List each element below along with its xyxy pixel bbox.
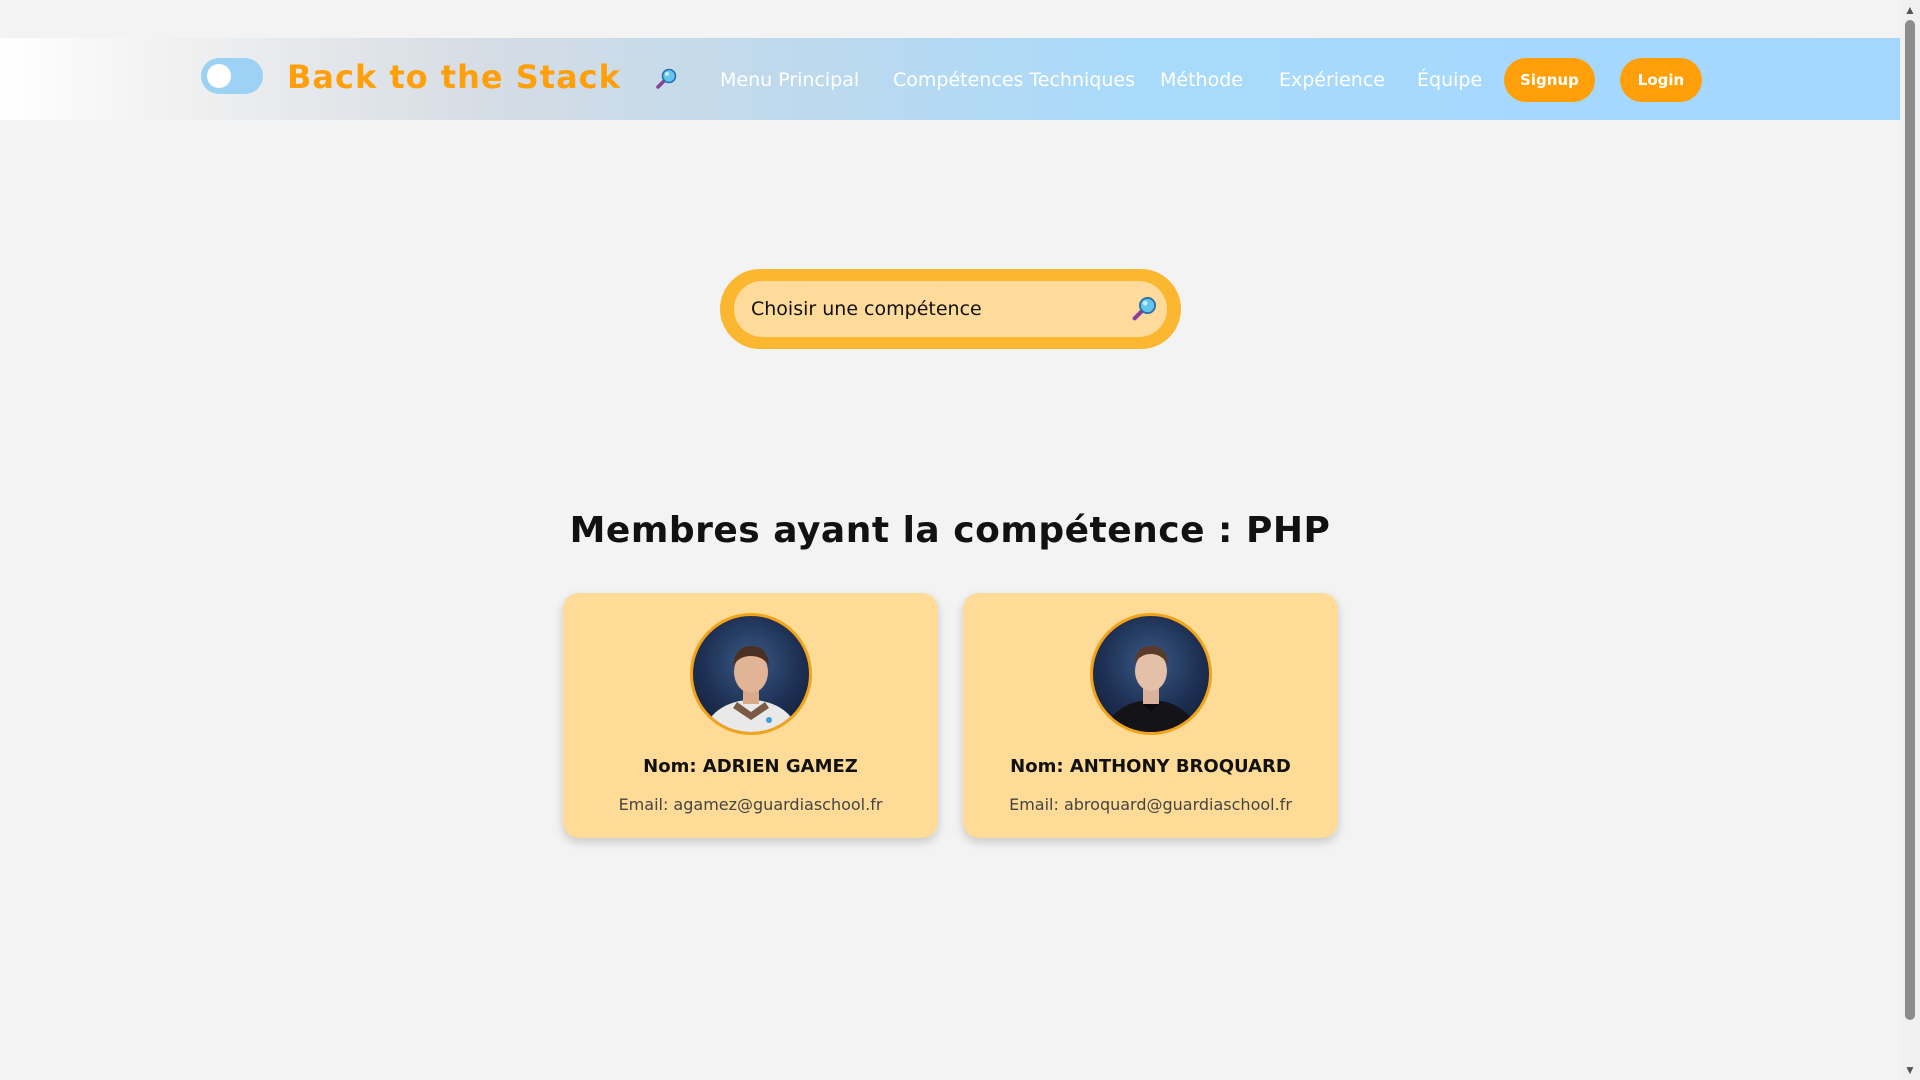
nav-equipe[interactable]: Équipe (1417, 67, 1482, 93)
member-email: Email: abroquard@guardiaschool.fr (1009, 795, 1292, 814)
theme-toggle[interactable] (201, 58, 263, 94)
section-title: Membres ayant la compétence : PHP (569, 510, 1331, 551)
nav-experience[interactable]: Expérience (1279, 67, 1385, 93)
avatar (1090, 613, 1212, 735)
search-icon[interactable] (654, 67, 678, 91)
nav-competences-techniques[interactable]: Compétences Techniques (893, 67, 1135, 93)
member-email: Email: agamez@guardiaschool.fr (618, 795, 883, 814)
skill-search (720, 269, 1181, 349)
arrow-up-icon[interactable]: ▲ (1900, 0, 1920, 20)
avatar (690, 613, 812, 735)
member-card: Nom: ADRIEN GAMEZ Email: agamez@guardias… (563, 593, 938, 838)
nav-menu-principal[interactable]: Menu Principal (720, 67, 859, 93)
signup-button[interactable]: Signup (1504, 58, 1595, 102)
toggle-knob (207, 64, 231, 88)
scroll-thumb[interactable] (1905, 20, 1915, 1020)
search-icon[interactable] (1130, 295, 1158, 323)
vertical-scrollbar[interactable]: ▲ ▼ (1900, 0, 1920, 1080)
skill-search-field (734, 281, 1167, 337)
member-card: Nom: ANTHONY BROQUARD Email: abroquard@g… (963, 593, 1338, 838)
nav-methode[interactable]: Méthode (1160, 67, 1243, 93)
arrow-down-icon[interactable]: ▼ (1900, 1060, 1920, 1080)
login-button[interactable]: Login (1620, 58, 1702, 102)
member-name: Nom: ANTHONY BROQUARD (1010, 756, 1291, 777)
skill-search-input[interactable] (751, 281, 1111, 337)
brand-logo[interactable]: Back to the Stack (287, 57, 621, 97)
page: Back to the Stack Menu Principal Compéte… (0, 0, 1920, 1080)
member-name: Nom: ADRIEN GAMEZ (643, 756, 858, 777)
